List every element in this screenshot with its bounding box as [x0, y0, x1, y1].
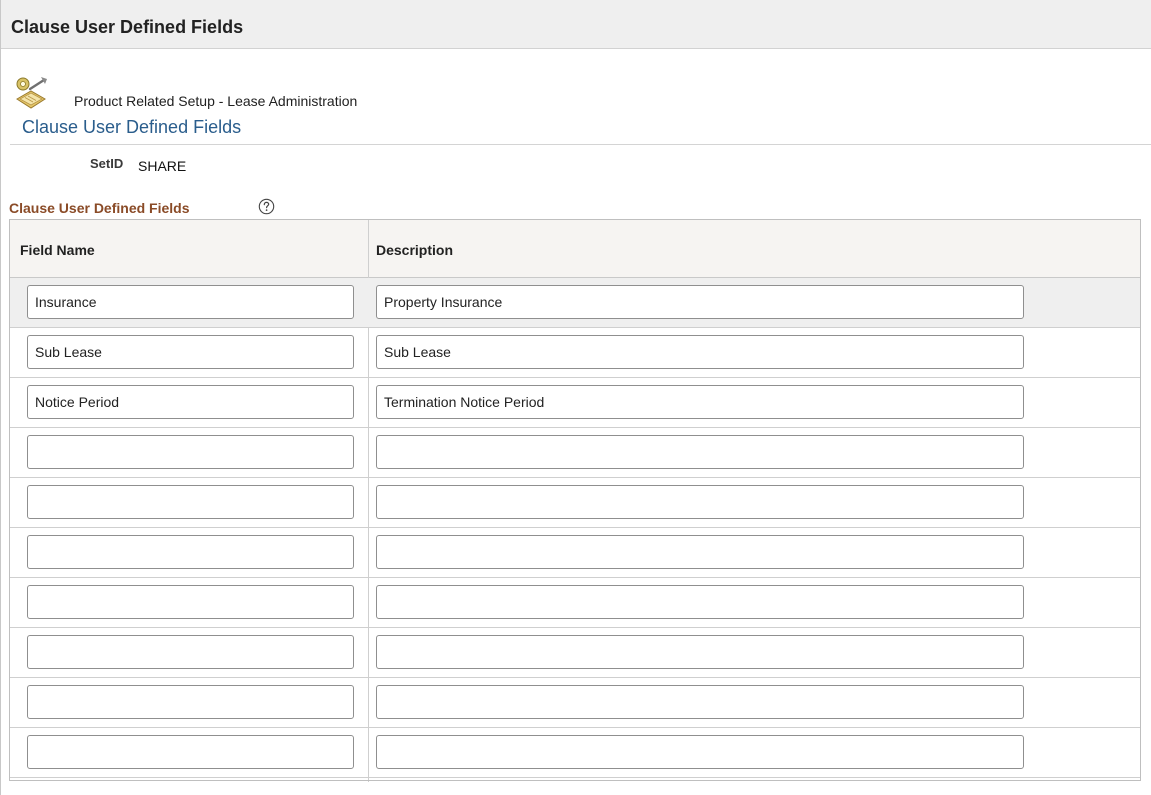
field-name-input[interactable]	[27, 685, 354, 719]
breadcrumb: Product Related Setup - Lease Administra…	[74, 93, 358, 109]
description-input[interactable]	[376, 335, 1024, 369]
column-header-description: Description	[376, 242, 454, 258]
table-row	[10, 528, 1140, 578]
help-question-icon[interactable]	[258, 198, 275, 215]
table-row	[10, 278, 1140, 328]
table-row	[10, 478, 1140, 528]
description-input[interactable]	[376, 735, 1024, 769]
banner-title: Clause User Defined Fields	[11, 17, 244, 37]
setup-tools-icon	[14, 75, 50, 111]
page-banner: Clause User Defined Fields	[1, 0, 1151, 49]
field-name-input[interactable]	[27, 635, 354, 669]
description-input[interactable]	[376, 535, 1024, 569]
setid-label: SetID	[90, 156, 124, 171]
field-name-input[interactable]	[27, 485, 354, 519]
grid-header: Field Name Description	[10, 220, 1140, 278]
page-title: Clause User Defined Fields	[22, 117, 242, 137]
field-name-input[interactable]	[27, 585, 354, 619]
grid-title: Clause User Defined Fields	[9, 200, 190, 216]
description-input[interactable]	[376, 385, 1024, 419]
description-input[interactable]	[376, 685, 1024, 719]
table-row	[10, 728, 1140, 778]
field-name-input[interactable]	[27, 735, 354, 769]
setid-value: SHARE	[138, 158, 187, 174]
field-name-input[interactable]	[27, 435, 354, 469]
description-input[interactable]	[376, 435, 1024, 469]
description-input[interactable]	[376, 635, 1024, 669]
table-row	[10, 628, 1140, 678]
description-input[interactable]	[376, 585, 1024, 619]
field-name-input[interactable]	[27, 385, 354, 419]
table-row	[10, 678, 1140, 728]
window-left-border	[0, 0, 1, 795]
description-input[interactable]	[376, 285, 1024, 319]
title-divider	[10, 144, 1151, 145]
clause-fields-grid: Field Name Description	[9, 219, 1141, 782]
grid-bottom-border	[9, 780, 1141, 781]
table-row	[10, 578, 1140, 628]
field-name-input[interactable]	[27, 335, 354, 369]
column-header-field-name: Field Name	[20, 242, 95, 258]
field-name-input[interactable]	[27, 535, 354, 569]
table-row	[10, 328, 1140, 378]
description-input[interactable]	[376, 485, 1024, 519]
table-row	[10, 428, 1140, 478]
table-row	[10, 378, 1140, 428]
field-name-input[interactable]	[27, 285, 354, 319]
